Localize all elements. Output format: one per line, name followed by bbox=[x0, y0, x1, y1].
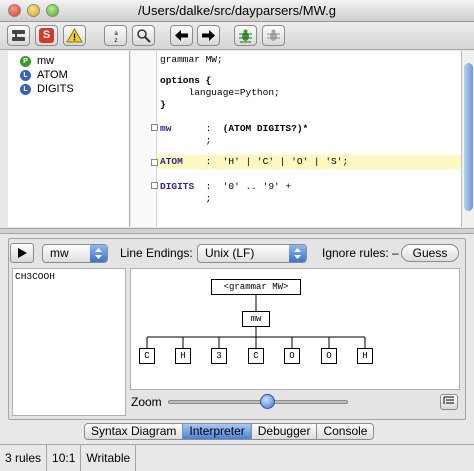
interpreter-input[interactable]: CH3COOH bbox=[12, 268, 126, 416]
zoom-label: Zoom bbox=[131, 395, 162, 409]
fold-toggle[interactable] bbox=[151, 159, 158, 166]
line-endings-select[interactable]: Unix (LF) bbox=[197, 244, 307, 263]
tree-leaf[interactable]: C bbox=[248, 348, 264, 364]
rule-name-token: DIGITS bbox=[160, 181, 195, 192]
play-icon bbox=[18, 248, 27, 258]
forward-arrow-icon bbox=[202, 30, 215, 41]
run-interpreter-button[interactable] bbox=[10, 243, 34, 263]
lexer-rule-icon: L bbox=[20, 83, 31, 95]
code-line: ; bbox=[160, 193, 212, 204]
svg-text:a: a bbox=[114, 31, 118, 37]
code-line: language=Python; bbox=[160, 87, 280, 98]
code-line: } bbox=[160, 99, 166, 110]
lexer-rule-icon: L bbox=[20, 69, 31, 81]
editor-scrollbar[interactable] bbox=[461, 51, 474, 227]
svg-text:z: z bbox=[114, 38, 117, 43]
split-view-divider[interactable] bbox=[0, 228, 474, 234]
status-write-mode: Writable bbox=[81, 445, 137, 471]
fold-toggle[interactable] bbox=[151, 124, 158, 131]
tab-debugger[interactable]: Debugger bbox=[251, 424, 318, 439]
line-endings-label: Line Endings: bbox=[120, 246, 193, 260]
code-line: ; bbox=[160, 135, 212, 146]
rule-list[interactable]: P mw L ATOM L DIGITS bbox=[8, 51, 130, 227]
window-title: /Users/dalke/src/dayparsers/MW.g bbox=[138, 3, 336, 18]
status-rule-count: 3 rules bbox=[0, 445, 48, 471]
bottom-tabs: Syntax Diagram Interpreter Debugger Cons… bbox=[84, 423, 375, 440]
parse-tree-view[interactable]: <grammar MW> mw C H 3 C O O H bbox=[130, 268, 460, 390]
tab-interpreter[interactable]: Interpreter bbox=[183, 424, 252, 439]
rule-name-token: mw bbox=[160, 123, 172, 134]
tree-node-root[interactable]: <grammar MW> bbox=[211, 279, 301, 295]
magnifier-icon bbox=[137, 29, 151, 43]
line-endings-value: Unix (LF) bbox=[205, 246, 255, 260]
find-button[interactable] bbox=[132, 25, 155, 46]
chevron-updown-icon bbox=[289, 245, 306, 262]
code-line: mw : (ATOM DIGITS?)* bbox=[160, 123, 309, 134]
close-window-button[interactable] bbox=[8, 4, 21, 17]
fit-to-window-button[interactable] bbox=[440, 394, 458, 410]
scrollbar-thumb[interactable] bbox=[464, 63, 473, 211]
rule-name: ATOM bbox=[37, 69, 68, 81]
toolbar: S ! a z bbox=[0, 22, 474, 50]
chevron-updown-icon bbox=[90, 245, 107, 262]
status-cursor-position: 10:1 bbox=[47, 445, 82, 471]
rules-button[interactable] bbox=[7, 25, 30, 46]
rule-name: mw bbox=[37, 55, 55, 67]
disabled-bug-icon bbox=[267, 29, 280, 41]
tree-node-mw[interactable]: mw bbox=[242, 311, 270, 327]
fit-icon bbox=[443, 396, 454, 404]
zoom-window-button[interactable] bbox=[46, 4, 59, 17]
tab-syntax-diagram[interactable]: Syntax Diagram bbox=[85, 424, 184, 439]
tree-leaf[interactable]: O bbox=[284, 348, 300, 364]
code-line: DIGITS : '0' .. '9' + bbox=[160, 181, 292, 192]
tree-leaf[interactable]: 3 bbox=[211, 348, 227, 364]
editor-gutter[interactable] bbox=[131, 51, 157, 227]
rule-select-value: mw bbox=[50, 246, 69, 260]
parser-rule-icon: P bbox=[20, 55, 31, 67]
forward-button[interactable] bbox=[197, 25, 220, 46]
back-button[interactable] bbox=[170, 25, 193, 46]
debug-button[interactable] bbox=[234, 25, 257, 46]
tab-console[interactable]: Console bbox=[317, 424, 374, 439]
svg-text:!: ! bbox=[73, 33, 76, 44]
guess-button[interactable]: Guess bbox=[401, 244, 459, 262]
tree-leaf[interactable]: C bbox=[139, 348, 155, 364]
title-bar: /Users/dalke/src/dayparsers/MW.g bbox=[0, 0, 474, 22]
tree-leaf[interactable]: H bbox=[357, 348, 373, 364]
zoom-slider-track[interactable] bbox=[168, 400, 348, 404]
syntax-check-button[interactable]: S bbox=[35, 25, 58, 46]
debug-bug-icon bbox=[239, 29, 252, 43]
rule-name: DIGITS bbox=[37, 83, 74, 95]
code-line: ATOM : 'H' | 'C' | 'O' | 'S'; bbox=[160, 156, 349, 167]
rules-icon bbox=[12, 30, 25, 41]
rule-name-token: ATOM bbox=[160, 156, 183, 167]
debug-disabled-button[interactable] bbox=[262, 25, 285, 46]
syntax-check-icon: S bbox=[39, 28, 54, 43]
rule-item-mw[interactable]: P mw bbox=[20, 54, 54, 68]
warning-icon: ! bbox=[66, 28, 83, 43]
code-line: options { bbox=[160, 75, 212, 86]
sort-button[interactable]: a z bbox=[104, 25, 127, 46]
zoom-slider-knob[interactable] bbox=[259, 394, 275, 409]
back-arrow-icon bbox=[175, 30, 188, 41]
tree-leaf[interactable]: O bbox=[321, 348, 337, 364]
minimize-window-button[interactable] bbox=[27, 4, 40, 17]
fold-toggle[interactable] bbox=[151, 182, 158, 189]
rule-item-digits[interactable]: L DIGITS bbox=[20, 82, 74, 96]
ignore-rules-label[interactable]: Ignore rules: – bbox=[322, 246, 399, 260]
sort-icon: a z bbox=[114, 31, 118, 43]
grammar-editor[interactable]: grammar MW; options { language=Python; }… bbox=[131, 51, 461, 227]
code-line: grammar MW; bbox=[160, 54, 223, 65]
tree-leaf[interactable]: H bbox=[175, 348, 191, 364]
keyword: options bbox=[160, 75, 200, 86]
status-bar: 3 rules 10:1 Writable bbox=[0, 444, 474, 471]
rule-item-atom[interactable]: L ATOM bbox=[20, 68, 68, 82]
warnings-button[interactable]: ! bbox=[63, 25, 86, 46]
rule-select[interactable]: mw bbox=[42, 244, 108, 263]
